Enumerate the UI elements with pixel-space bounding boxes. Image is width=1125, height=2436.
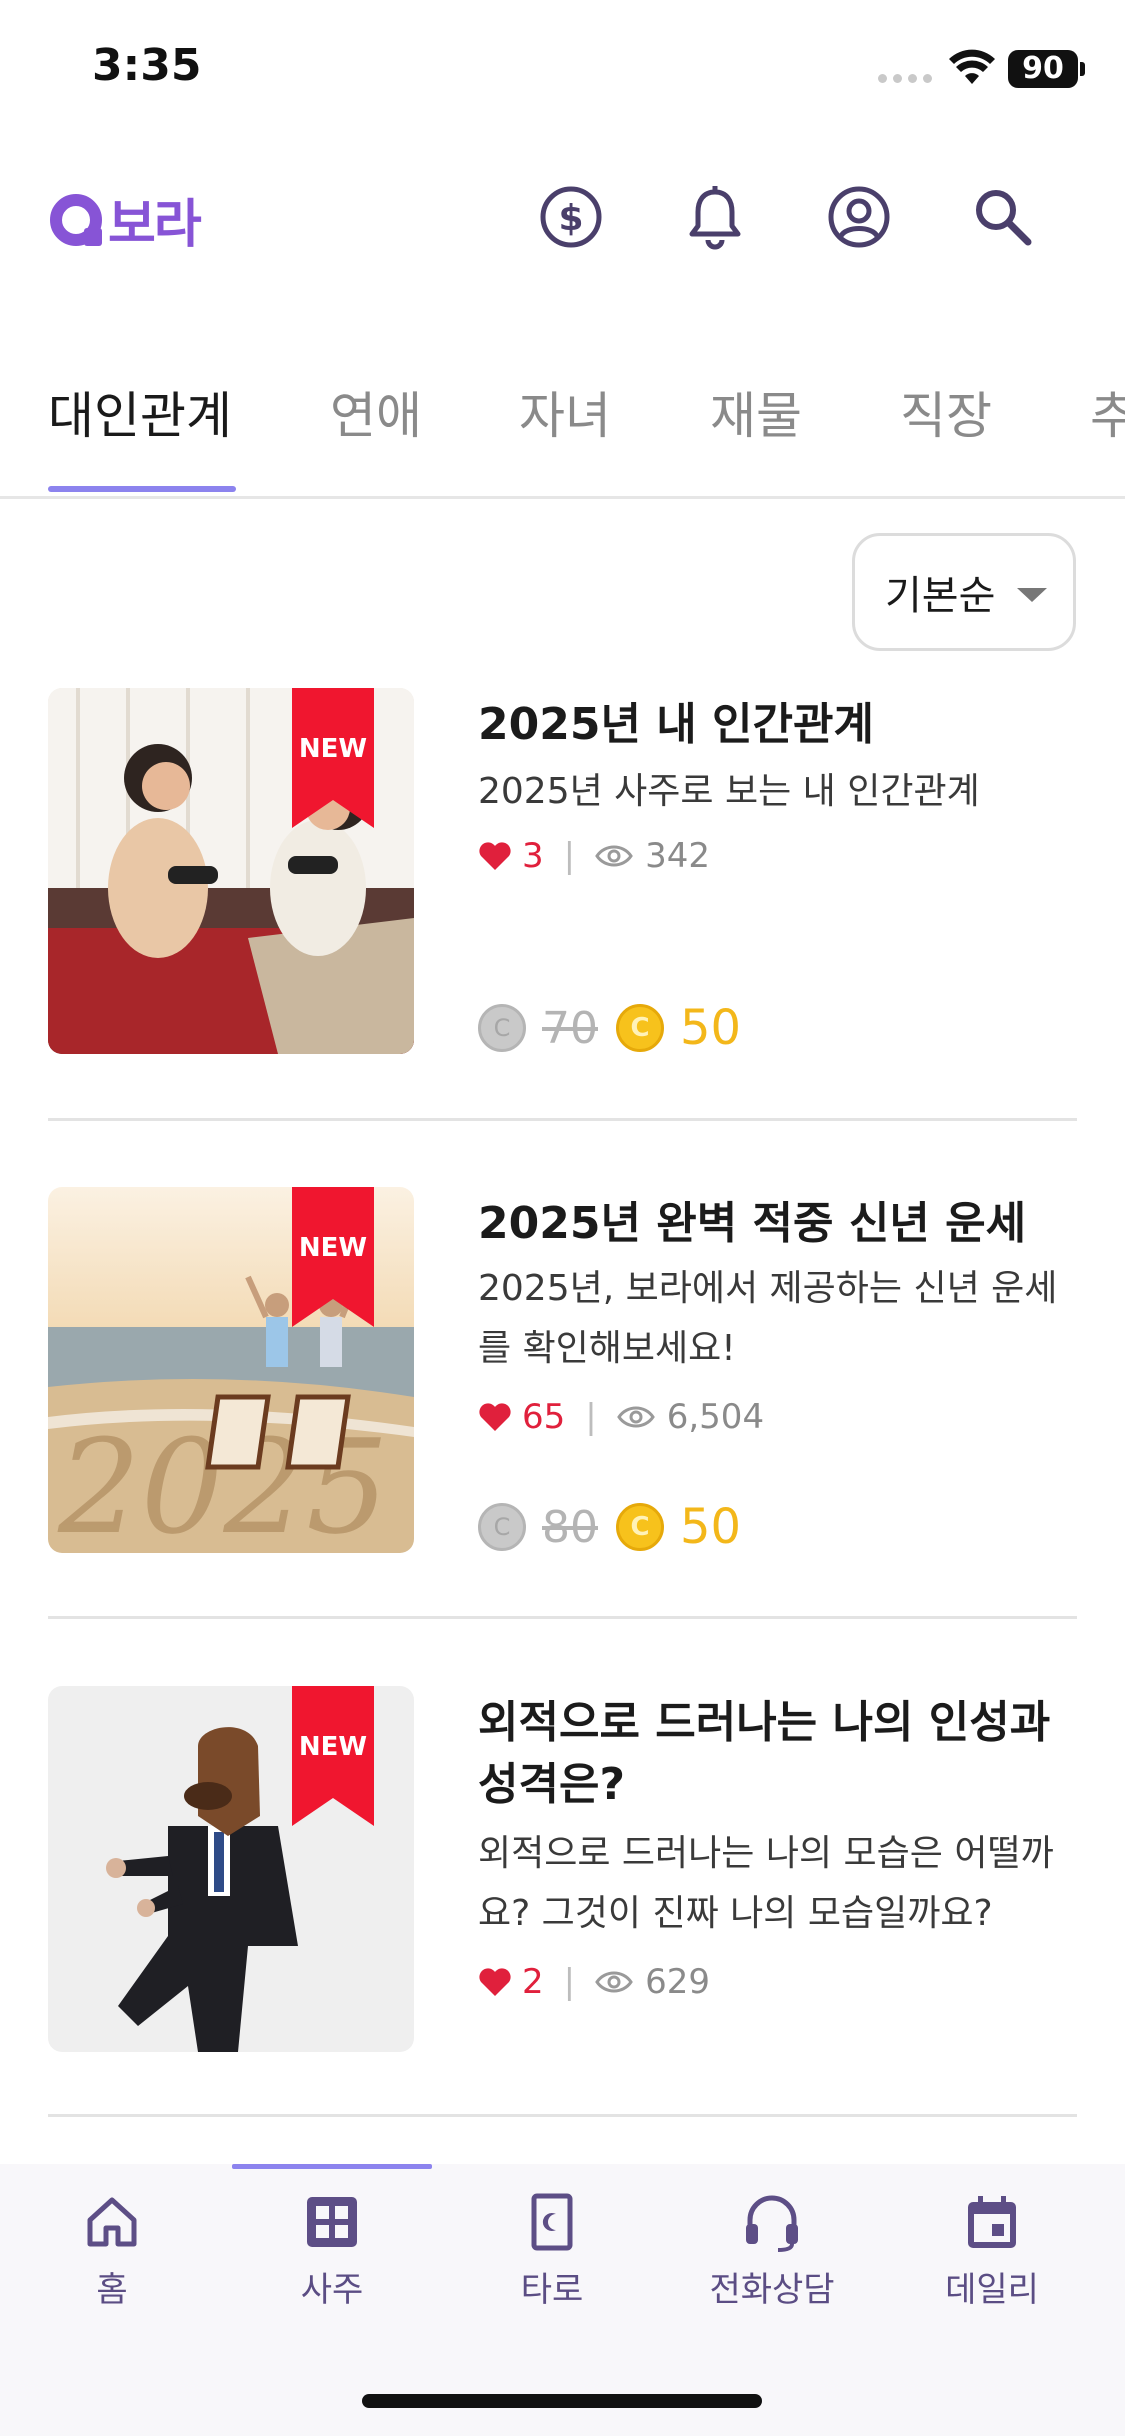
tab-children[interactable]: 자녀 [519,376,611,448]
profile-icon[interactable] [824,182,894,252]
battery-tip [1080,62,1085,76]
logo-mark [50,193,102,246]
app-header: 보라 $ [0,160,1125,270]
sale-price: 50 [680,1000,742,1056]
battery-icon: 90 [1008,50,1078,88]
view-count: 342 [645,836,711,876]
coin-icon-disabled: C [478,1503,526,1551]
svg-text:$: $ [558,198,583,239]
item-price: C 80 C 50 [478,1499,741,1555]
status-bar: 3:35 90 [0,0,1125,140]
headset-icon [746,2195,798,2252]
nav-tarot[interactable]: 타로 [472,2192,632,2311]
item-stats: 65 | 6,504 [478,1397,764,1437]
search-icon[interactable] [968,182,1038,252]
original-price: 80 [542,1501,598,1553]
sort-label: 기본순 [885,573,996,619]
home-indicator[interactable] [362,2394,762,2408]
nav-phone-consult[interactable]: 전화상담 [692,2192,852,2311]
list-item[interactable]: NEW 외적으로 드러나는 나의 인성과 성격은? 외적으로 드러나는 나의 모… [48,1686,1077,2056]
nav-home[interactable]: 홈 [32,2192,192,2311]
heart-icon[interactable] [478,841,512,871]
item-title: 2025년 내 인간관계 [478,699,874,750]
nav-daily-label: 데일리 [945,2270,1039,2310]
item-description: 외적으로 드러나는 나의 모습은 어떨까요? 그것이 진짜 나의 모습일까요? [478,1833,1054,1934]
tarot-card-icon [531,2193,573,2251]
list-divider [48,2114,1077,2117]
new-badge-label: NEW [298,734,368,764]
nav-tarot-label: 타로 [520,2270,584,2310]
item-stats: 2 | 629 [478,1962,710,2002]
item-title: 2025년 완벽 적중 신년 운세 [478,1198,1027,1249]
tab-work[interactable]: 직장 [900,376,992,448]
list-divider [48,1118,1077,1121]
tab-wealth[interactable]: 재물 [710,376,802,448]
coin-icon: C [616,1004,664,1052]
chevron-down-icon [1017,588,1047,602]
item-description: 2025년, 보라에서 제공하는 신년 운세를 확인해보세요! [478,1268,1058,1369]
coin-icon: C [616,1503,664,1551]
nav-saju-label: 사주 [300,2270,364,2310]
stat-separator: | [563,836,576,876]
bell-icon[interactable] [680,182,750,252]
new-badge-label: NEW [298,1732,368,1762]
nav-daily[interactable]: 데일리 [912,2192,1072,2311]
list-item[interactable]: NEW 2025년 내 인간관계 2025년 사주로 보는 내 인간관계 3 |… [48,688,1077,1058]
nav-home-label: 홈 [96,2270,128,2310]
heart-icon[interactable] [478,1402,512,1432]
sale-price: 50 [680,1499,742,1555]
coin-icon-disabled: C [478,1004,526,1052]
grid-icon [307,2197,357,2247]
item-description: 2025년 사주로 보는 내 인간관계 [478,771,980,812]
view-count: 6,504 [666,1397,765,1437]
list-divider [48,1616,1077,1619]
app-logo[interactable]: 보라 [50,182,202,257]
new-badge-label: NEW [298,1233,368,1263]
eye-icon [616,1406,655,1428]
item-title: 외적으로 드러나는 나의 인성과 성격은? [478,1697,1051,1810]
stat-separator: | [563,1962,576,2002]
active-nav-indicator [232,2164,432,2169]
view-count: 629 [645,1962,711,2002]
nav-phone-consult-label: 전화상담 [709,2270,835,2310]
stat-separator: | [585,1397,597,1437]
tab-more[interactable]: 추 [1090,376,1125,448]
eye-icon [595,1971,633,1993]
status-time: 3:35 [92,40,202,91]
like-count: 65 [522,1397,566,1437]
wifi-icon [949,49,995,84]
sort-dropdown[interactable]: 기본순 [852,533,1076,651]
signal-dots-icon [878,74,932,83]
nav-saju[interactable]: 사주 [252,2192,412,2311]
item-price: C 70 C 50 [478,1000,741,1056]
logo-text: 보라 [108,195,202,255]
category-tabs: 대인관계 연애 자녀 재물 직장 추 [0,368,1125,499]
active-tab-underline [48,486,236,492]
tab-love[interactable]: 연애 [330,376,422,448]
heart-icon[interactable] [478,1967,512,1997]
home-icon [87,2197,137,2247]
original-price: 70 [542,1002,598,1054]
item-stats: 3 | 342 [478,836,710,876]
coin-icon[interactable]: $ [536,182,606,252]
eye-icon [595,845,633,867]
like-count: 3 [522,836,544,876]
list-item[interactable]: 2025 NEW 2025년 완벽 적중 신년 운세 2025년, 보라에서 제… [48,1187,1077,1557]
like-count: 2 [522,1962,544,2002]
calendar-icon [968,2196,1016,2248]
tab-relationships[interactable]: 대인관계 [48,376,232,448]
